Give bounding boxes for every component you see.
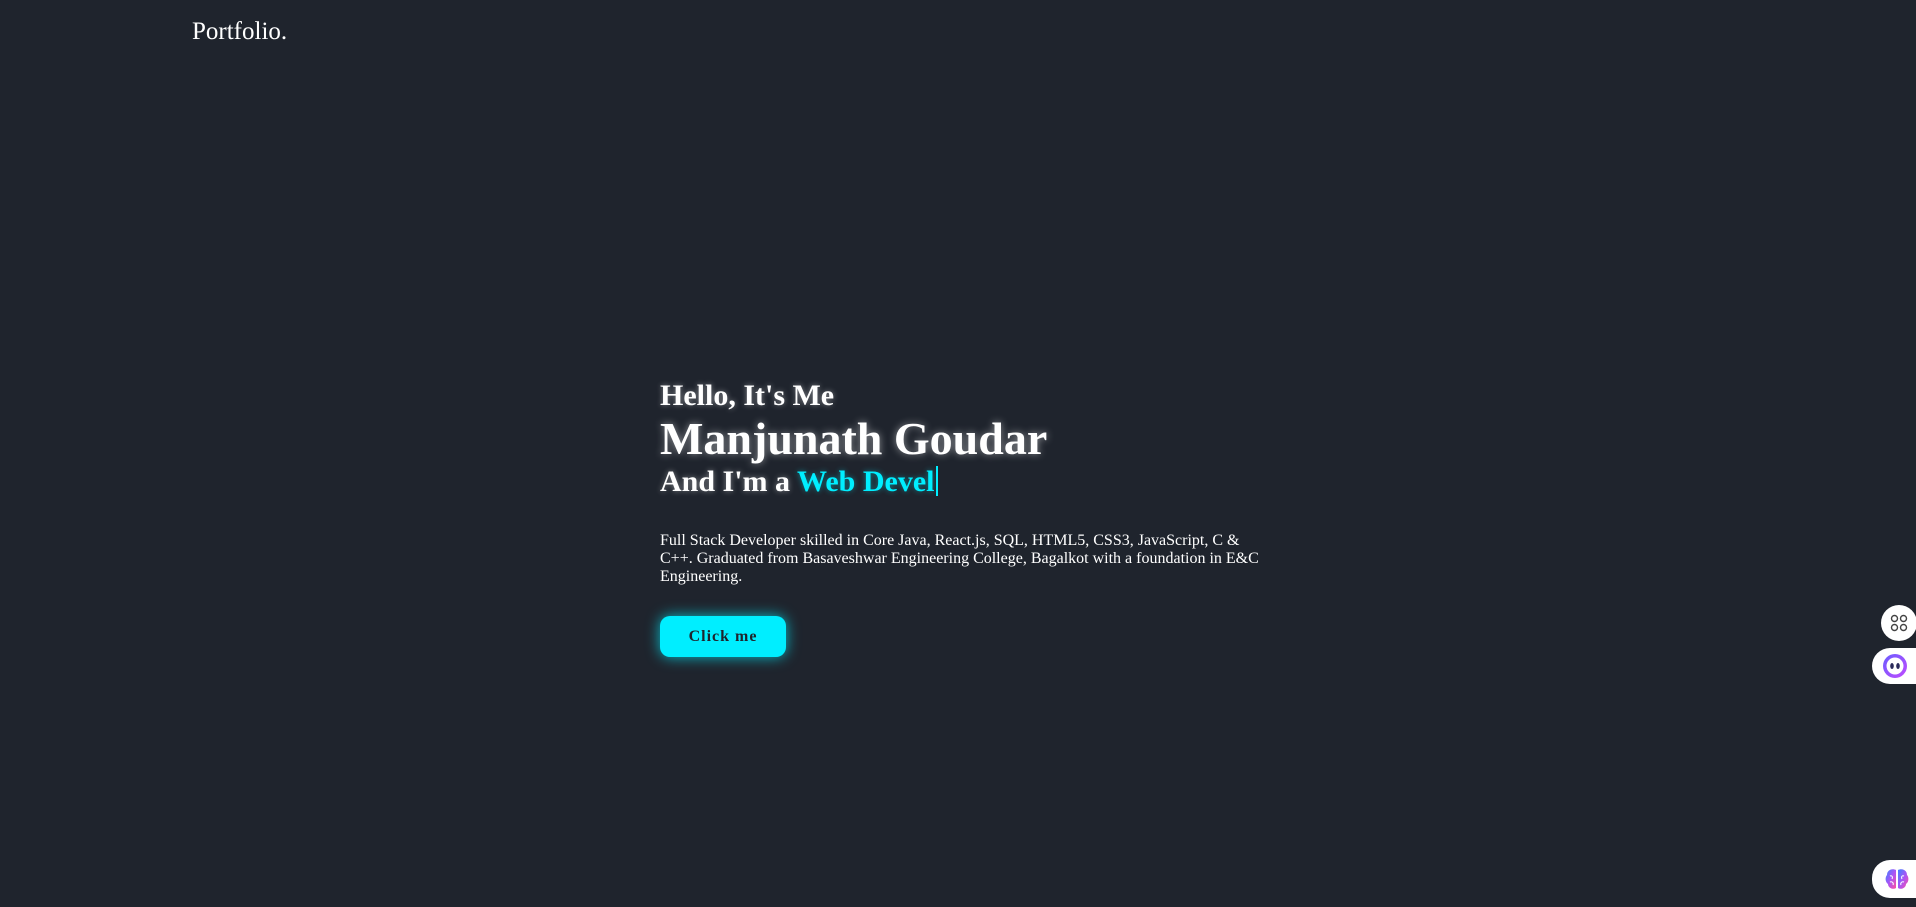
hero-description: Full Stack Developer skilled in Core Jav… [660,532,1259,585]
click-me-button[interactable]: Click me [660,616,786,657]
page: Portfolio. Hello, It's Me Manjunath Goud… [0,0,1916,907]
hero-role-line: And I'm a Web Devel [660,464,1280,500]
hero-name: Manjunath Goudar [660,413,1048,464]
role-prefix: And I'm a [660,465,797,498]
brain-widget-button[interactable] [1872,860,1916,898]
apps-grid-icon [1890,614,1908,632]
brain-icon [1885,869,1909,889]
assistant-bot-icon [1883,654,1907,678]
hero-section: Hello, It's Me Manjunath Goudar And I'm … [660,378,1280,657]
assistant-widget-button[interactable] [1872,648,1916,684]
typing-caret [936,466,939,496]
apps-widget-button[interactable] [1881,605,1916,641]
typed-role: Web Devel [797,465,935,498]
hero-greeting: Hello, It's Me [660,379,835,412]
logo[interactable]: Portfolio. [192,18,287,46]
